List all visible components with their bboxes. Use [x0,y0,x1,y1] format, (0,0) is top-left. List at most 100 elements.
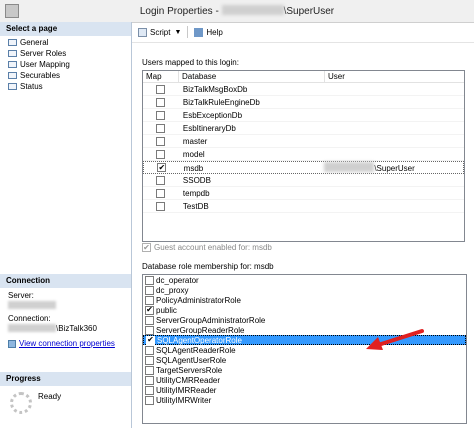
user-name: \SuperUser [374,164,415,173]
map-checkbox[interactable] [156,175,166,185]
list-item[interactable]: UtilityIMRWriter [143,395,466,405]
database-cell: EsbExceptionDb [182,111,243,120]
list-item[interactable]: UtilityIMRReader [143,385,466,395]
page-icon [8,83,17,90]
page-item-user-mapping[interactable]: User Mapping [0,59,131,70]
progress-status: Ready [38,392,62,401]
list-item[interactable]: ServerGroupAdministratorRole [143,315,466,325]
map-cell [143,96,179,108]
server-label: Server: [8,291,34,300]
role-checkbox[interactable] [145,345,154,355]
table-row[interactable]: model [143,148,464,161]
view-connection-properties-link[interactable]: View connection properties [19,339,115,349]
database-cell: SSODB [182,176,211,185]
highlight-arrow-icon [366,329,424,350]
table-row[interactable]: SSODB [143,174,464,187]
user-cell [324,174,464,186]
role-checkbox[interactable] [145,355,154,365]
page-list: General Server Roles User Mapping Secura… [0,37,131,92]
page-label: User Mapping [20,60,70,69]
map-checkbox[interactable] [156,123,166,133]
role-name: TargetServersRole [156,365,223,375]
role-checkbox[interactable] [145,375,154,385]
page-label: Status [20,82,43,91]
map-cell: ✔ [144,162,180,173]
map-cell [143,187,179,199]
table-row[interactable]: EsbItineraryDb [143,122,464,135]
list-item[interactable]: dc_proxy [143,285,466,295]
progress-section: Progress Ready [0,372,131,420]
role-checkbox[interactable] [145,285,154,295]
title-suffix: \SuperUser [283,6,335,17]
progress-spinner-icon [10,392,32,414]
user-cell [324,109,464,121]
script-button[interactable]: Script ▼ [138,27,181,37]
table-row[interactable]: EsbExceptionDb [143,109,464,122]
table-row[interactable]: master [143,135,464,148]
guest-account-label: Guest account enabled for: msdb [154,243,272,252]
database-cell: EsbItineraryDb [182,124,236,133]
redacted-server [8,301,56,309]
guest-account-checkbox[interactable]: ✔ [142,243,151,252]
column-header-user[interactable]: User [325,71,464,82]
window-title: Login Properties - \SuperUser [0,5,474,17]
table-row[interactable]: BizTalkRuleEngineDb [143,96,464,109]
connection-properties-icon [8,340,16,348]
role-checkbox[interactable] [145,275,154,285]
list-item[interactable]: TargetServersRole [143,365,466,375]
role-checkbox[interactable] [145,295,154,305]
map-checkbox[interactable] [156,110,166,120]
page-item-general[interactable]: General [0,37,131,48]
left-pane: Select a page General Server Roles User … [0,22,132,428]
map-checkbox[interactable] [156,97,166,107]
user-cell [324,148,464,160]
map-checkbox[interactable]: ✔ [157,163,167,172]
map-checkbox[interactable] [156,201,166,211]
help-label: Help [206,27,223,37]
map-checkbox[interactable] [156,84,166,94]
role-checkbox[interactable] [145,385,154,395]
role-checkbox[interactable] [145,325,154,335]
list-item[interactable]: UtilityCMRReader [143,375,466,385]
map-checkbox[interactable] [156,136,166,146]
role-checkbox[interactable]: ✔ [145,305,154,315]
table-row[interactable]: ✔ msdb \SuperUser [143,161,464,174]
page-icon [8,61,17,68]
column-header-map[interactable]: Map [143,71,179,82]
list-item[interactable]: SQLAgentUserRole [143,355,466,365]
table-row[interactable]: tempdb [143,187,464,200]
role-checkbox[interactable]: ✔ [146,335,155,345]
user-cell [324,187,464,199]
page-item-status[interactable]: Status [0,81,131,92]
role-name: UtilityIMRWriter [156,395,212,405]
role-name: ServerGroupReaderRole [156,325,245,335]
chevron-down-icon[interactable]: ▼ [174,29,181,36]
connection-section: Connection Server: Connection: \BizTalk3… [0,274,131,352]
list-item[interactable]: ✔ public [143,305,466,315]
map-checkbox[interactable] [156,188,166,198]
user-cell: \SuperUser [324,162,463,173]
title-prefix: Login Properties - [139,6,222,17]
role-checkbox[interactable] [145,315,154,325]
script-icon [138,27,147,37]
role-name: ServerGroupAdministratorRole [156,315,266,325]
guest-account-option: ✔ Guest account enabled for: msdb [142,243,272,252]
page-item-securables[interactable]: Securables [0,70,131,81]
list-item[interactable]: dc_operator [143,275,466,285]
page-icon [8,50,17,57]
database-cell: msdb [183,164,204,173]
table-row[interactable]: TestDB [143,200,464,213]
connection-value: \BizTalk360 [8,324,123,334]
map-checkbox[interactable] [156,149,166,159]
role-checkbox[interactable] [145,365,154,375]
users-mapped-label: Users mapped to this login: [142,58,239,67]
list-item[interactable]: PolicyAdministratorRole [143,295,466,305]
redacted-name [221,5,284,15]
page-item-server-roles[interactable]: Server Roles [0,48,131,59]
role-checkbox[interactable] [145,395,154,405]
help-button[interactable]: Help [194,27,223,37]
role-name: dc_proxy [156,285,189,295]
table-row[interactable]: BizTalkMsgBoxDb [143,83,464,96]
role-name: PolicyAdministratorRole [156,295,241,305]
column-header-database[interactable]: Database [179,71,325,82]
